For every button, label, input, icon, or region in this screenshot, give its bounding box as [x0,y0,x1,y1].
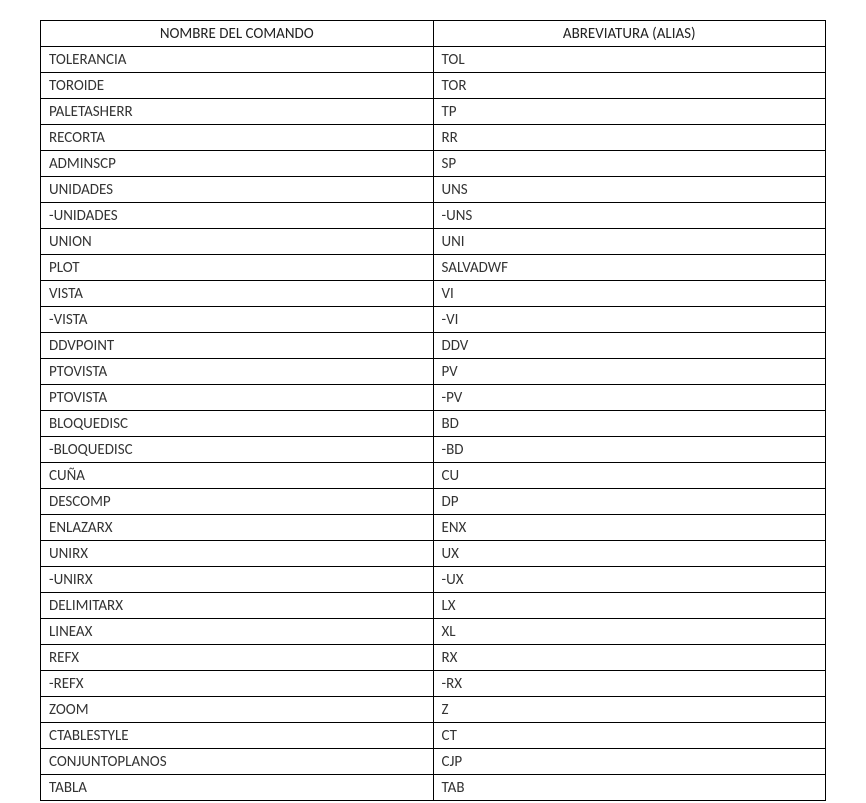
cell-alias: LX [433,593,826,619]
cell-alias: SP [433,151,826,177]
table-row: PLOTSALVADWF [41,255,826,281]
cell-alias: ENX [433,515,826,541]
table-row: DELIMITARXLX [41,593,826,619]
table-row: ADMINSCPSP [41,151,826,177]
cell-comando: TOROIDE [41,73,434,99]
table-row: REFXRX [41,645,826,671]
cell-alias: RR [433,125,826,151]
cell-comando: ADMINSCP [41,151,434,177]
table-row: VISTAVI [41,281,826,307]
cell-alias: -RX [433,671,826,697]
cell-comando: VISTA [41,281,434,307]
cell-comando: -UNIDADES [41,203,434,229]
cell-comando: DELIMITARX [41,593,434,619]
table-row: LINEAXXL [41,619,826,645]
cell-comando: UNIRX [41,541,434,567]
table-row: TOLERANCIATOL [41,47,826,73]
cell-comando: BLOQUEDISC [41,411,434,437]
cell-comando: CUÑA [41,463,434,489]
cell-alias: -BD [433,437,826,463]
cell-alias: TOL [433,47,826,73]
table-row: PTOVISTAPV [41,359,826,385]
cell-comando: DDVPOINT [41,333,434,359]
cell-alias: XL [433,619,826,645]
table-row: CTABLESTYLECT [41,723,826,749]
table-row: PALETASHERRTP [41,99,826,125]
header-comando: NOMBRE DEL COMANDO [41,21,434,47]
table-row: DDVPOINTDDV [41,333,826,359]
table-row: -VISTA-VI [41,307,826,333]
table-row: -UNIRX-UX [41,567,826,593]
table-row: TOROIDETOR [41,73,826,99]
cell-comando: -VISTA [41,307,434,333]
table-row: ZOOMZ [41,697,826,723]
table-row: UNIONUNI [41,229,826,255]
cell-alias: TAB [433,775,826,801]
cell-alias: PV [433,359,826,385]
table-row: TABLATAB [41,775,826,801]
cell-alias: RX [433,645,826,671]
cell-alias: VI [433,281,826,307]
table-row: -BLOQUEDISC-BD [41,437,826,463]
cell-comando: -REFX [41,671,434,697]
cell-alias: BD [433,411,826,437]
cell-comando: TOLERANCIA [41,47,434,73]
cell-comando: PALETASHERR [41,99,434,125]
cell-comando: UNIDADES [41,177,434,203]
cell-alias: -VI [433,307,826,333]
table-header-row: NOMBRE DEL COMANDO ABREVIATURA (ALIAS) [41,21,826,47]
table-row: ENLAZARXENX [41,515,826,541]
cell-alias: CU [433,463,826,489]
cell-comando: CONJUNTOPLANOS [41,749,434,775]
table-row: RECORTARR [41,125,826,151]
table-row: -REFX-RX [41,671,826,697]
cell-comando: CTABLESTYLE [41,723,434,749]
cell-alias: DDV [433,333,826,359]
cell-comando: -BLOQUEDISC [41,437,434,463]
table-row: UNIRXUX [41,541,826,567]
cell-comando: -UNIRX [41,567,434,593]
cell-alias: Z [433,697,826,723]
cell-comando: ZOOM [41,697,434,723]
cell-alias: -PV [433,385,826,411]
cell-alias: UNI [433,229,826,255]
table-row: UNIDADESUNS [41,177,826,203]
cell-alias: UNS [433,177,826,203]
table-row: CONJUNTOPLANOSCJP [41,749,826,775]
cell-comando: RECORTA [41,125,434,151]
table-row: -UNIDADES-UNS [41,203,826,229]
cell-comando: LINEAX [41,619,434,645]
cell-alias: -UX [433,567,826,593]
cell-alias: DP [433,489,826,515]
cell-comando: UNION [41,229,434,255]
cell-alias: CT [433,723,826,749]
table-row: DESCOMPDP [41,489,826,515]
cell-alias: TP [433,99,826,125]
cell-comando: PTOVISTA [41,359,434,385]
cell-comando: PTOVISTA [41,385,434,411]
table-row: CUÑACU [41,463,826,489]
cell-comando: PLOT [41,255,434,281]
cell-alias: CJP [433,749,826,775]
cell-alias: -UNS [433,203,826,229]
cell-alias: TOR [433,73,826,99]
cell-alias: UX [433,541,826,567]
cell-comando: DESCOMP [41,489,434,515]
cell-alias: SALVADWF [433,255,826,281]
cell-comando: TABLA [41,775,434,801]
header-alias: ABREVIATURA (ALIAS) [433,21,826,47]
cell-comando: ENLAZARX [41,515,434,541]
cell-comando: REFX [41,645,434,671]
table-row: PTOVISTA-PV [41,385,826,411]
table-row: BLOQUEDISCBD [41,411,826,437]
commands-table: NOMBRE DEL COMANDO ABREVIATURA (ALIAS) T… [40,20,826,801]
